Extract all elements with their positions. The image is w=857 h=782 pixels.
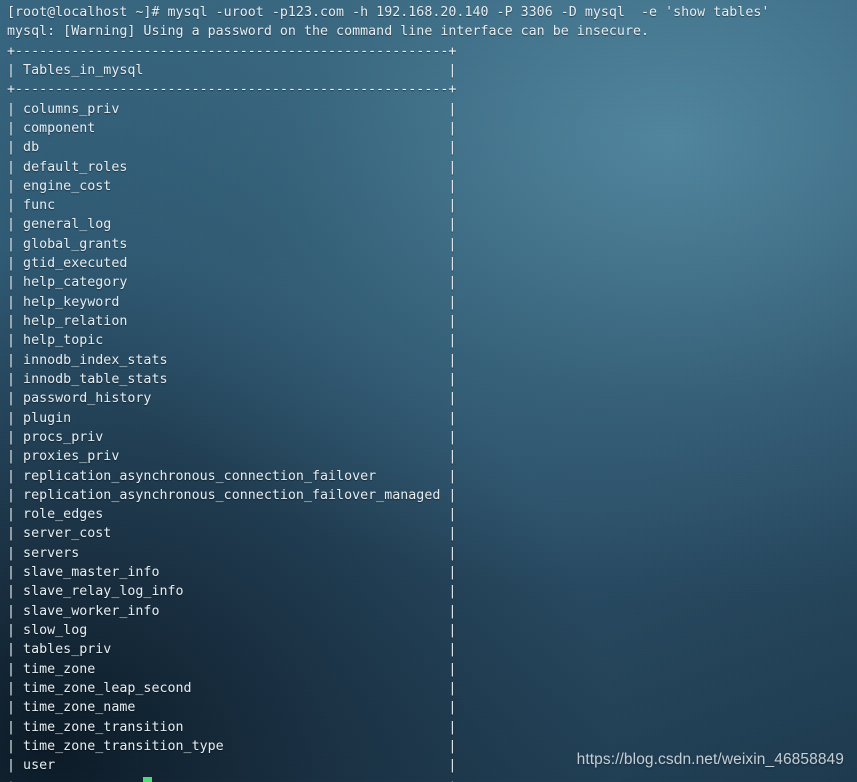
table-row: | help_relation | [7, 314, 457, 329]
table-row: | innodb_index_stats | [7, 352, 457, 368]
table-separator-bottom: +---------------------------------------… [7, 776, 857, 782]
table-row: | slave_master_info | [7, 565, 457, 581]
table-row: | time_zone | [7, 661, 457, 677]
table-row: | server_cost | [7, 526, 457, 542]
table-row: | replication_asynchronous_connection_fa… [7, 487, 457, 503]
table-separator-middle: +---------------------------------------… [7, 82, 457, 98]
table-row: | columns_priv | [7, 101, 457, 117]
table-separator-top: +---------------------------------------… [7, 43, 457, 59]
table-row: | db | [7, 140, 457, 156]
table-row: | procs_priv | [7, 429, 457, 445]
table-row: | tables_priv | [7, 642, 457, 658]
table-row: | time_zone_name | [7, 700, 457, 716]
table-row: | general_log | [7, 217, 457, 233]
table-row: | password_history | [7, 391, 457, 407]
csdn-watermark: https://blog.csdn.net/weixin_46858849 [576, 751, 844, 768]
table-row: | time_zone_transition | [7, 719, 457, 735]
terminal-window[interactable]: [root@localhost ~]# mysql -uroot -p123.c… [0, 0, 857, 782]
table-row: | global_grants | [7, 236, 457, 252]
table-row: | time_zone_leap_second | [7, 680, 457, 696]
table-row: | innodb_table_stats | [7, 371, 457, 387]
table-row: | slave_relay_log_info | [7, 584, 457, 600]
table-row: | engine_cost | [7, 178, 457, 194]
warning-line: mysql: [Warning] Using a password on the… [7, 24, 650, 40]
table-row: | component | [7, 120, 457, 136]
table-row: | servers | [7, 545, 457, 561]
command-line: [root@localhost ~]# mysql -uroot -p123.c… [7, 5, 770, 20]
table-row: | gtid_executed | [7, 256, 457, 272]
table-row: | help_keyword | [7, 294, 457, 310]
table-row: | default_roles | [7, 159, 457, 175]
table-row: | replication_asynchronous_connection_fa… [7, 468, 457, 484]
table-row: | role_edges | [7, 507, 457, 523]
table-row: | help_topic | [7, 333, 457, 349]
table-row: | slow_log | [7, 623, 457, 638]
terminal-screen[interactable]: [root@localhost ~]# mysql -uroot -p123.c… [0, 0, 857, 782]
table-row: | plugin | [7, 410, 457, 426]
table-row: | help_category | [7, 275, 457, 291]
cursor-block [143, 777, 152, 782]
table-row: | slave_worker_info | [7, 603, 457, 619]
table-row: | proxies_priv | [7, 449, 457, 465]
table-row: | func | [7, 198, 457, 214]
table-column-header: | Tables_in_mysql | [7, 62, 457, 78]
